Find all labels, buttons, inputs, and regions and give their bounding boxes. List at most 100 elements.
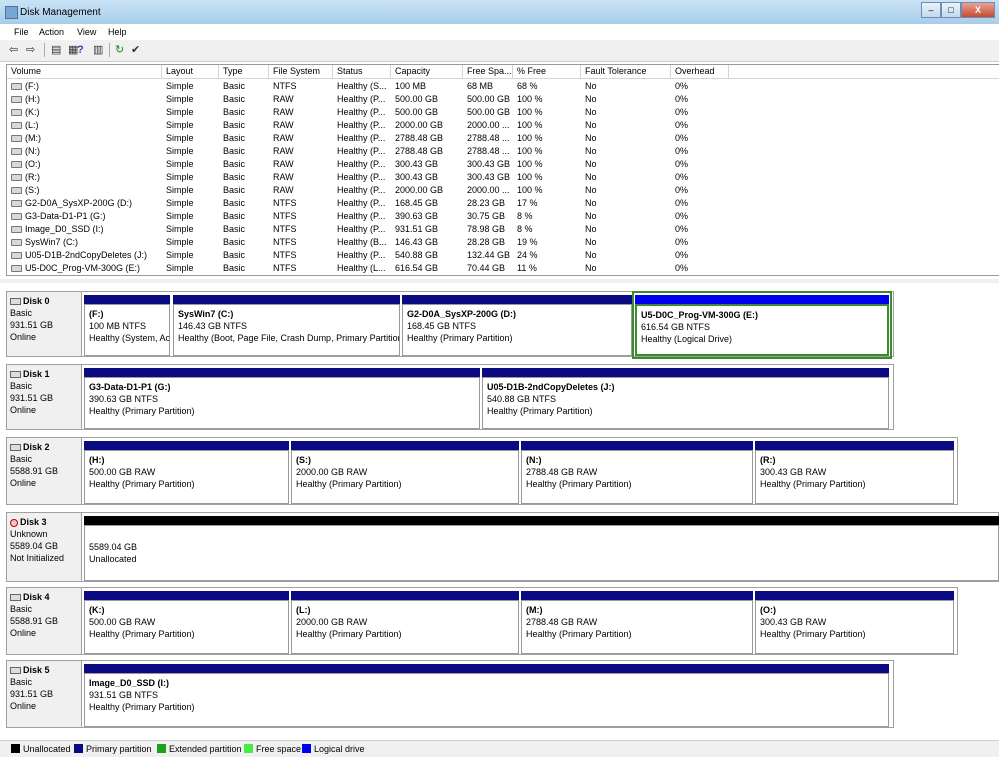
volume-icon <box>11 265 22 273</box>
overhead-cell: 0% <box>675 107 689 117</box>
legend-swatch <box>302 744 311 753</box>
pane-splitter[interactable] <box>0 279 999 283</box>
disk-4-label[interactable]: Disk 4 Basic 5588.91 GB Online <box>6 587 82 655</box>
partition-bar <box>755 441 954 450</box>
column-fault-tolerance[interactable]: Fault Tolerance <box>581 65 671 78</box>
partition-name: G3-Data-D1-P1 (G:) <box>89 382 171 392</box>
status-cell: Healthy (P... <box>337 159 386 169</box>
volume-icon <box>11 83 22 91</box>
partition-c[interactable]: SysWin7 (C:) 146.43 GB NTFS Healthy (Boo… <box>171 292 402 358</box>
volume-cell: (K:) <box>7 106 162 119</box>
table-row[interactable]: (O:) Simple Basic RAW Healthy (P... 300.… <box>7 158 999 171</box>
partition-bar <box>173 295 400 304</box>
type-cell: Basic <box>223 146 246 156</box>
status-cell: Healthy (P... <box>337 211 386 221</box>
partition-i[interactable]: Image_D0_SSD (I:) 931.51 GB NTFS Healthy… <box>82 661 891 729</box>
table-row[interactable]: (N:) Simple Basic RAW Healthy (P... 2788… <box>7 145 999 158</box>
table-row[interactable]: (K:) Simple Basic RAW Healthy (P... 500.… <box>7 106 999 119</box>
table-row[interactable]: (R:) Simple Basic RAW Healthy (P... 300.… <box>7 171 999 184</box>
file-system-cell: RAW <box>273 107 294 117</box>
disk-5-label[interactable]: Disk 5 Basic 931.51 GB Online <box>6 660 82 728</box>
table-row[interactable]: (S:) Simple Basic RAW Healthy (P... 2000… <box>7 184 999 197</box>
legend-label: Unallocated <box>23 744 71 754</box>
column-volume[interactable]: Volume <box>7 65 162 78</box>
column-overhead[interactable]: Overhead <box>671 65 729 78</box>
view-icon[interactable]: ▥ <box>93 44 103 56</box>
partition-status: Healthy (Primary Partition) <box>296 629 402 639</box>
partition-g[interactable]: G3-Data-D1-P1 (G:) 390.63 GB NTFS Health… <box>82 365 482 431</box>
partition-f[interactable]: (F:) 100 MB NTFS Healthy (System, Ac <box>82 292 172 358</box>
partition-j[interactable]: U05-D1B-2ndCopyDeletes (J:) 540.88 GB NT… <box>480 365 891 431</box>
back-icon[interactable]: ⇦ <box>9 44 18 56</box>
disk-0-label[interactable]: Disk 0 Basic 931.51 GB Online <box>6 291 82 357</box>
partition-e[interactable]: U5-D0C_Prog-VM-300G (E:) 616.54 GB NTFS … <box>632 291 892 359</box>
status-cell: Healthy (P... <box>337 94 386 104</box>
partition-body: (H:) 500.00 GB RAW Healthy (Primary Part… <box>84 450 289 504</box>
disk-1-label[interactable]: Disk 1 Basic 931.51 GB Online <box>6 364 82 430</box>
partition-l[interactable]: (L:) 2000.00 GB RAW Healthy (Primary Par… <box>289 588 521 656</box>
disk-name: Disk 4 <box>10 591 81 603</box>
checklist-icon[interactable]: ✔ <box>131 44 140 56</box>
partition-bar <box>291 441 519 450</box>
forward-icon[interactable]: ⇨ <box>26 44 35 56</box>
table-row[interactable]: (L:) Simple Basic RAW Healthy (P... 2000… <box>7 119 999 132</box>
partition-o[interactable]: (O:) 300.43 GB RAW Healthy (Primary Part… <box>753 588 956 656</box>
fault-tolerance-cell: No <box>585 94 597 104</box>
partition-d[interactable]: G2-D0A_SysXP-200G (D:) 168.45 GB NTFS He… <box>400 292 634 358</box>
title-bar: Disk Management – □ X <box>0 0 999 24</box>
table-row[interactable]: U5-D0C_Prog-VM-300G (E:) Simple Basic NT… <box>7 262 999 275</box>
partition-bar <box>84 295 170 304</box>
column-layout[interactable]: Layout <box>162 65 219 78</box>
disk-5-partitions: Image_D0_SSD (I:) 931.51 GB NTFS Healthy… <box>82 660 894 728</box>
partition-k[interactable]: (K:) 500.00 GB RAW Healthy (Primary Part… <box>82 588 291 656</box>
table-row[interactable]: (F:) Simple Basic NTFS Healthy (S... 100… <box>7 80 999 93</box>
volume-list[interactable]: Volume Layout Type File System Status Ca… <box>6 64 999 276</box>
column-free-space[interactable]: Free Spa... <box>463 65 513 78</box>
disk-type: Basic <box>10 454 33 464</box>
refresh-icon[interactable]: ↻ <box>115 44 124 56</box>
close-button[interactable]: X <box>961 2 995 18</box>
partition-bar <box>402 295 632 304</box>
partition-bar <box>755 591 954 600</box>
table-row[interactable]: SysWin7 (C:) Simple Basic NTFS Healthy (… <box>7 236 999 249</box>
unallocated-space[interactable]: 5589.04 GB Unallocated <box>82 513 999 583</box>
partition-status: Healthy (Logical Drive) <box>641 334 733 344</box>
menu-file[interactable]: File <box>14 27 29 37</box>
volume-name: U5-D0C_Prog-VM-300G (E:) <box>25 263 141 273</box>
menu-help[interactable]: Help <box>108 27 127 37</box>
maximize-button[interactable]: □ <box>941 2 961 18</box>
disk-3-label[interactable]: Disk 3 Unknown 5589.04 GB Not Initialize… <box>6 512 82 582</box>
minimize-button[interactable]: – <box>921 2 941 18</box>
menu-action[interactable]: Action <box>39 27 64 37</box>
table-row[interactable]: G3-Data-D1-P1 (G:) Simple Basic NTFS Hea… <box>7 210 999 223</box>
disk-size: 5588.91 GB <box>10 616 59 626</box>
column-percent-free[interactable]: % Free <box>513 65 581 78</box>
column-status[interactable]: Status <box>333 65 391 78</box>
partition-size: 168.45 GB NTFS <box>407 321 477 331</box>
disk-2-label[interactable]: Disk 2 Basic 5588.91 GB Online <box>6 437 82 505</box>
partition-r[interactable]: (R:) 300.43 GB RAW Healthy (Primary Part… <box>753 438 956 506</box>
table-row[interactable]: Image_D0_SSD (I:) Simple Basic NTFS Heal… <box>7 223 999 236</box>
volume-cell: (N:) <box>7 145 162 158</box>
table-row[interactable]: U05-D1B-2ndCopyDeletes (J:) Simple Basic… <box>7 249 999 262</box>
partition-n[interactable]: (N:) 2788.48 GB RAW Healthy (Primary Par… <box>519 438 755 506</box>
show-hide-console-tree-icon[interactable]: ▤ <box>51 44 61 56</box>
partition-h[interactable]: (H:) 500.00 GB RAW Healthy (Primary Part… <box>82 438 291 506</box>
partition-m[interactable]: (M:) 2788.48 GB RAW Healthy (Primary Par… <box>519 588 755 656</box>
free-space-cell: 2788.48 ... <box>467 133 510 143</box>
help-icon[interactable]: ? <box>77 44 84 56</box>
percent-free-cell: 8 % <box>517 211 533 221</box>
column-type[interactable]: Type <box>219 65 269 78</box>
type-cell: Basic <box>223 224 246 234</box>
table-row[interactable]: G2-D0A_SysXP-200G (D:) Simple Basic NTFS… <box>7 197 999 210</box>
table-row[interactable]: (M:) Simple Basic RAW Healthy (P... 2788… <box>7 132 999 145</box>
volume-name: (F:) <box>25 81 39 91</box>
partition-s[interactable]: (S:) 2000.00 GB RAW Healthy (Primary Par… <box>289 438 521 506</box>
table-row[interactable]: (H:) Simple Basic RAW Healthy (P... 500.… <box>7 93 999 106</box>
menu-view[interactable]: View <box>77 27 96 37</box>
partition-name: U05-D1B-2ndCopyDeletes (J:) <box>487 382 615 392</box>
column-file-system[interactable]: File System <box>269 65 333 78</box>
volume-cell: (F:) <box>7 80 162 93</box>
column-capacity[interactable]: Capacity <box>391 65 463 78</box>
overhead-cell: 0% <box>675 172 689 182</box>
